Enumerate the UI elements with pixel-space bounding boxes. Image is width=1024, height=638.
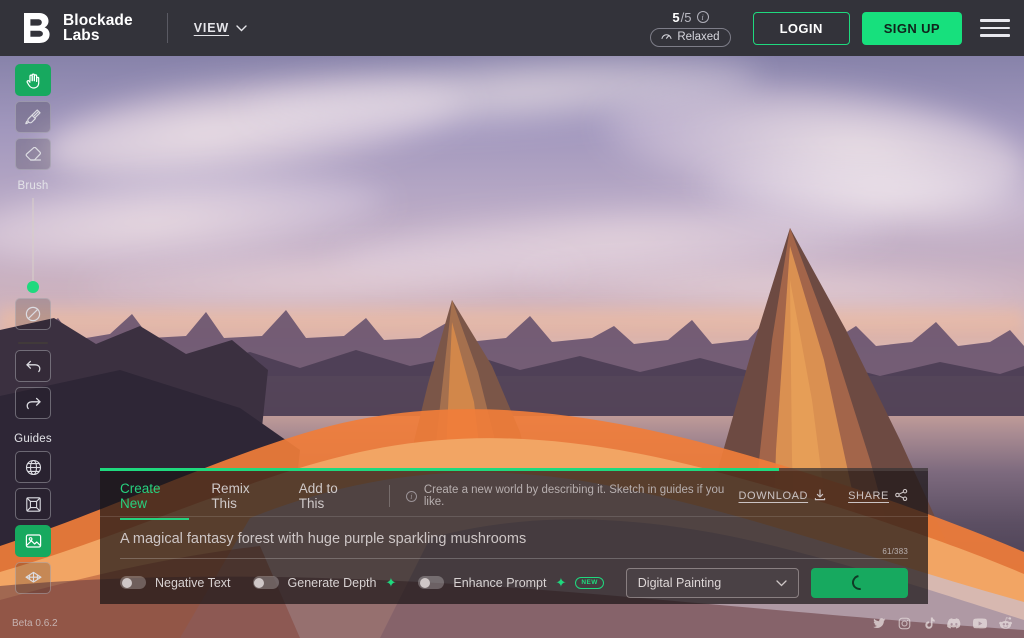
negative-text-toggle[interactable] <box>120 576 146 590</box>
chevron-down-icon <box>236 21 247 35</box>
skybox-ai-app: Blockade Labs VIEW 5 /5 i Relaxed LOGIN … <box>0 0 1024 638</box>
login-button[interactable]: LOGIN <box>752 11 850 45</box>
hand-tool-button[interactable] <box>15 64 51 96</box>
tab-add-to-this[interactable]: Add to This <box>299 481 365 520</box>
instagram-icon[interactable] <box>898 617 911 630</box>
negative-text-option[interactable]: Negative Text <box>120 576 231 590</box>
credits-total: /5 <box>680 9 692 25</box>
tab-remix-this[interactable]: Remix This <box>211 481 276 520</box>
share-icon <box>895 488 908 504</box>
prompt-hint: i Create a new world by describing it. S… <box>405 484 739 509</box>
info-icon: i <box>405 490 417 502</box>
enhance-prompt-toggle[interactable] <box>418 576 445 590</box>
globe-icon <box>25 459 42 476</box>
generate-button[interactable] <box>811 567 908 598</box>
info-icon[interactable]: i <box>696 11 709 23</box>
share-label: SHARE <box>848 490 889 503</box>
download-button[interactable]: DOWNLOAD <box>739 489 827 504</box>
blockade-labs-logo-icon <box>22 12 52 44</box>
download-label: DOWNLOAD <box>738 490 809 503</box>
social-links <box>873 617 1012 630</box>
prompt-controls-row: Negative Text Generate Depth ✦ Enhance P… <box>100 562 928 604</box>
negative-text-label: Negative Text <box>155 575 231 590</box>
style-dropdown-value: Digital Painting <box>637 575 722 590</box>
reddit-icon[interactable] <box>999 617 1012 630</box>
circle-slash-icon <box>25 306 41 322</box>
slider-track <box>32 198 34 290</box>
brush-size-slider[interactable] <box>27 198 39 293</box>
enhance-prompt-label: Enhance Prompt <box>453 575 547 590</box>
header-divider <box>166 13 168 43</box>
mesh-guide-button[interactable] <box>15 562 51 594</box>
view-menu-label: VIEW <box>193 21 230 35</box>
download-icon <box>814 489 826 504</box>
redo-icon <box>25 396 42 411</box>
youtube-icon[interactable] <box>973 618 987 629</box>
brush-tool-button[interactable] <box>15 101 51 133</box>
queue-mode-badge[interactable]: Relaxed <box>650 27 731 47</box>
eraser-tool-button[interactable] <box>15 138 51 170</box>
discord-icon[interactable] <box>947 618 961 629</box>
left-toolbar: Brush Guides <box>8 64 58 599</box>
no-draw-tool-button[interactable] <box>15 298 51 330</box>
paintbrush-icon <box>25 109 41 125</box>
new-badge: NEW <box>575 577 604 589</box>
sphere-guide-button[interactable] <box>15 451 51 483</box>
prompt-input[interactable]: A magical fantasy forest with huge purpl… <box>120 531 908 547</box>
version-label: Beta 0.6.2 <box>12 618 58 629</box>
toolbar-divider <box>18 342 48 344</box>
cube-icon <box>25 496 42 513</box>
tiktok-icon[interactable] <box>923 617 935 630</box>
hamburger-menu-icon[interactable] <box>980 13 1010 43</box>
hand-icon <box>25 72 41 89</box>
generate-depth-toggle[interactable] <box>252 576 279 590</box>
generation-progress-fill <box>100 468 779 471</box>
character-counter: 61/383 <box>882 546 908 556</box>
panel-tab-row: Create New Remix This Add to This i Crea… <box>100 477 928 520</box>
mesh-grid-icon <box>24 571 42 586</box>
view-menu-button[interactable]: VIEW <box>194 21 247 35</box>
slider-knob[interactable] <box>27 281 39 293</box>
guides-label: Guides <box>14 433 52 445</box>
credits-indicator: 5 /5 i Relaxed <box>650 9 731 47</box>
prompt-underline <box>120 557 908 559</box>
share-button[interactable]: SHARE <box>848 488 908 504</box>
undo-icon <box>25 359 42 374</box>
style-dropdown[interactable]: Digital Painting <box>625 567 800 598</box>
twitter-icon[interactable] <box>873 617 886 630</box>
prompt-hint-text: Create a new world by describing it. Ske… <box>423 484 725 509</box>
generate-depth-option[interactable]: Generate Depth ✦ <box>252 575 397 591</box>
enhance-prompt-option[interactable]: Enhance Prompt ✦ NEW <box>418 575 604 591</box>
brush-size-label: Brush <box>17 180 49 192</box>
brand-name-line2: Labs <box>63 27 100 44</box>
generate-depth-label: Generate Depth <box>287 575 377 590</box>
credits-used: 5 <box>672 9 680 25</box>
chevron-down-icon <box>776 576 787 590</box>
undo-button[interactable] <box>15 350 51 382</box>
image-icon <box>25 533 42 549</box>
brand-name-line1: Blockade <box>63 12 133 29</box>
gauge-icon <box>661 31 672 43</box>
sparkle-icon: ✦ <box>385 575 397 591</box>
queue-mode-label: Relaxed <box>677 31 720 43</box>
prompt-input-row[interactable]: A magical fantasy forest with huge purpl… <box>100 517 928 559</box>
top-header: Blockade Labs VIEW 5 /5 i Relaxed LOGIN … <box>0 0 1024 56</box>
prompt-panel: Create New Remix This Add to This i Crea… <box>100 468 928 604</box>
eraser-icon <box>25 146 42 162</box>
tab-create-new[interactable]: Create New <box>120 481 190 520</box>
sparkle-icon: ✦ <box>555 575 567 591</box>
loading-spinner-icon <box>849 572 870 594</box>
tab-divider <box>388 485 390 508</box>
signup-button[interactable]: SIGN UP <box>861 11 962 45</box>
image-guide-button[interactable] <box>15 525 51 557</box>
generation-progress-track <box>100 468 928 471</box>
redo-button[interactable] <box>15 387 51 419</box>
brand-logo[interactable]: Blockade Labs <box>22 12 133 44</box>
cube-guide-button[interactable] <box>15 488 51 520</box>
